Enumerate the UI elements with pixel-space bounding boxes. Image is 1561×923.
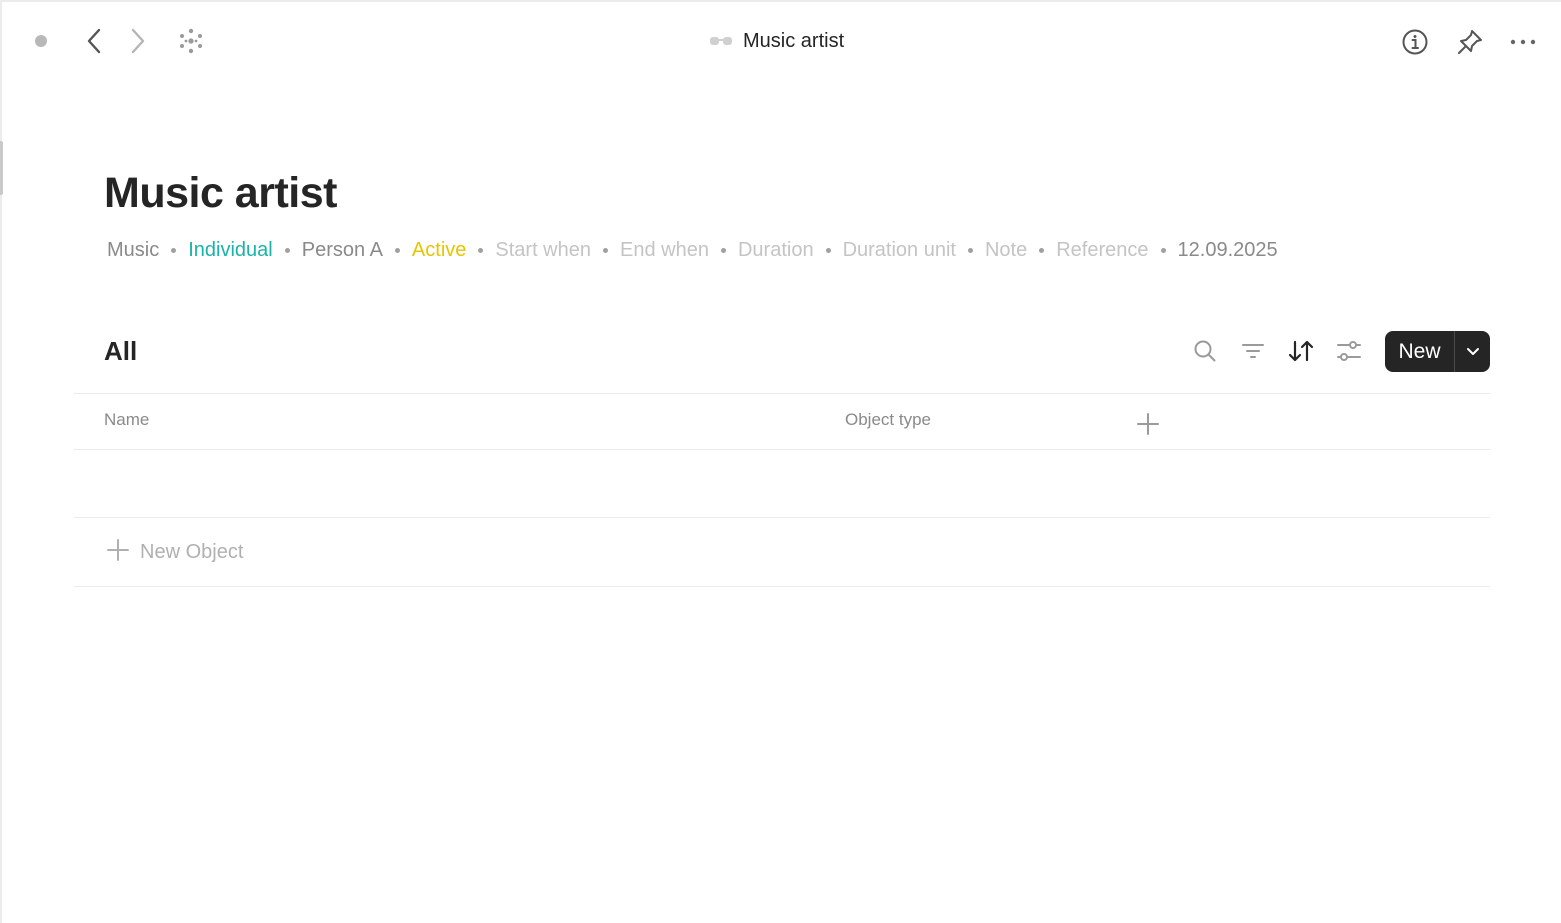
relation-item[interactable]: Reference [1056,235,1148,265]
separator-dot [967,247,973,253]
separator-dot [1160,247,1166,253]
view-title[interactable]: All [104,334,137,368]
info-icon[interactable] [1400,27,1430,57]
sidebar-resize-handle[interactable] [0,141,3,195]
relation-item[interactable]: End when [620,235,709,265]
relation-item[interactable]: Music [107,235,159,265]
page-title[interactable]: Music artist [104,166,337,220]
relation-item[interactable]: Duration [738,235,814,265]
separator-dot [603,247,608,253]
window-left-border [0,0,2,923]
relation-item[interactable]: Note [985,235,1027,265]
separator-dot [1039,247,1045,253]
search-icon[interactable] [1190,336,1220,366]
separator-dot [720,247,726,253]
separator-dot [825,247,831,253]
table-bottom-divider [74,586,1490,587]
graph-icon[interactable] [176,26,206,56]
new-object-label: New Object [140,541,244,563]
new-object-split-button: New [1385,331,1490,372]
relation-item[interactable]: Start when [495,235,591,265]
top-bar: Music artist [0,0,1561,82]
back-arrow-icon[interactable] [80,26,108,56]
relation-item[interactable]: Person A [302,235,383,265]
relation-item[interactable]: 12.09.2025 [1178,235,1278,265]
plus-icon [106,538,130,567]
window-title: Music artist [709,28,844,54]
column-header-object-type[interactable]: Object type [845,408,931,432]
separator-dot [171,247,177,253]
separator-dot [394,247,400,253]
pin-icon[interactable] [1455,27,1485,57]
relation-item[interactable]: Individual [188,235,273,265]
relation-item[interactable]: Active [412,235,466,265]
window-title-text: Music artist [743,29,845,52]
new-button[interactable]: New [1385,331,1455,372]
row-divider [74,517,1490,518]
status-dot-icon[interactable] [30,30,52,52]
settings-icon[interactable] [1334,336,1364,366]
separator-dot [284,247,290,253]
relations-bar: Music Individual Person A Active Start when E… [107,235,1278,265]
separator-dot [478,247,484,253]
forward-arrow-icon[interactable] [124,26,152,56]
table-row[interactable] [74,450,1490,517]
table-top-divider [74,393,1490,394]
relation-item[interactable]: Duration unit [843,235,956,265]
chevron-down-icon[interactable] [1455,331,1490,372]
more-icon[interactable] [1508,27,1538,57]
new-object-row[interactable]: New Object [106,537,243,567]
sort-icon[interactable] [1286,336,1316,366]
filter-icon[interactable] [1238,336,1268,366]
glasses-icon [709,35,733,47]
plus-icon[interactable] [1134,410,1162,438]
column-header-name[interactable]: Name [104,408,149,432]
